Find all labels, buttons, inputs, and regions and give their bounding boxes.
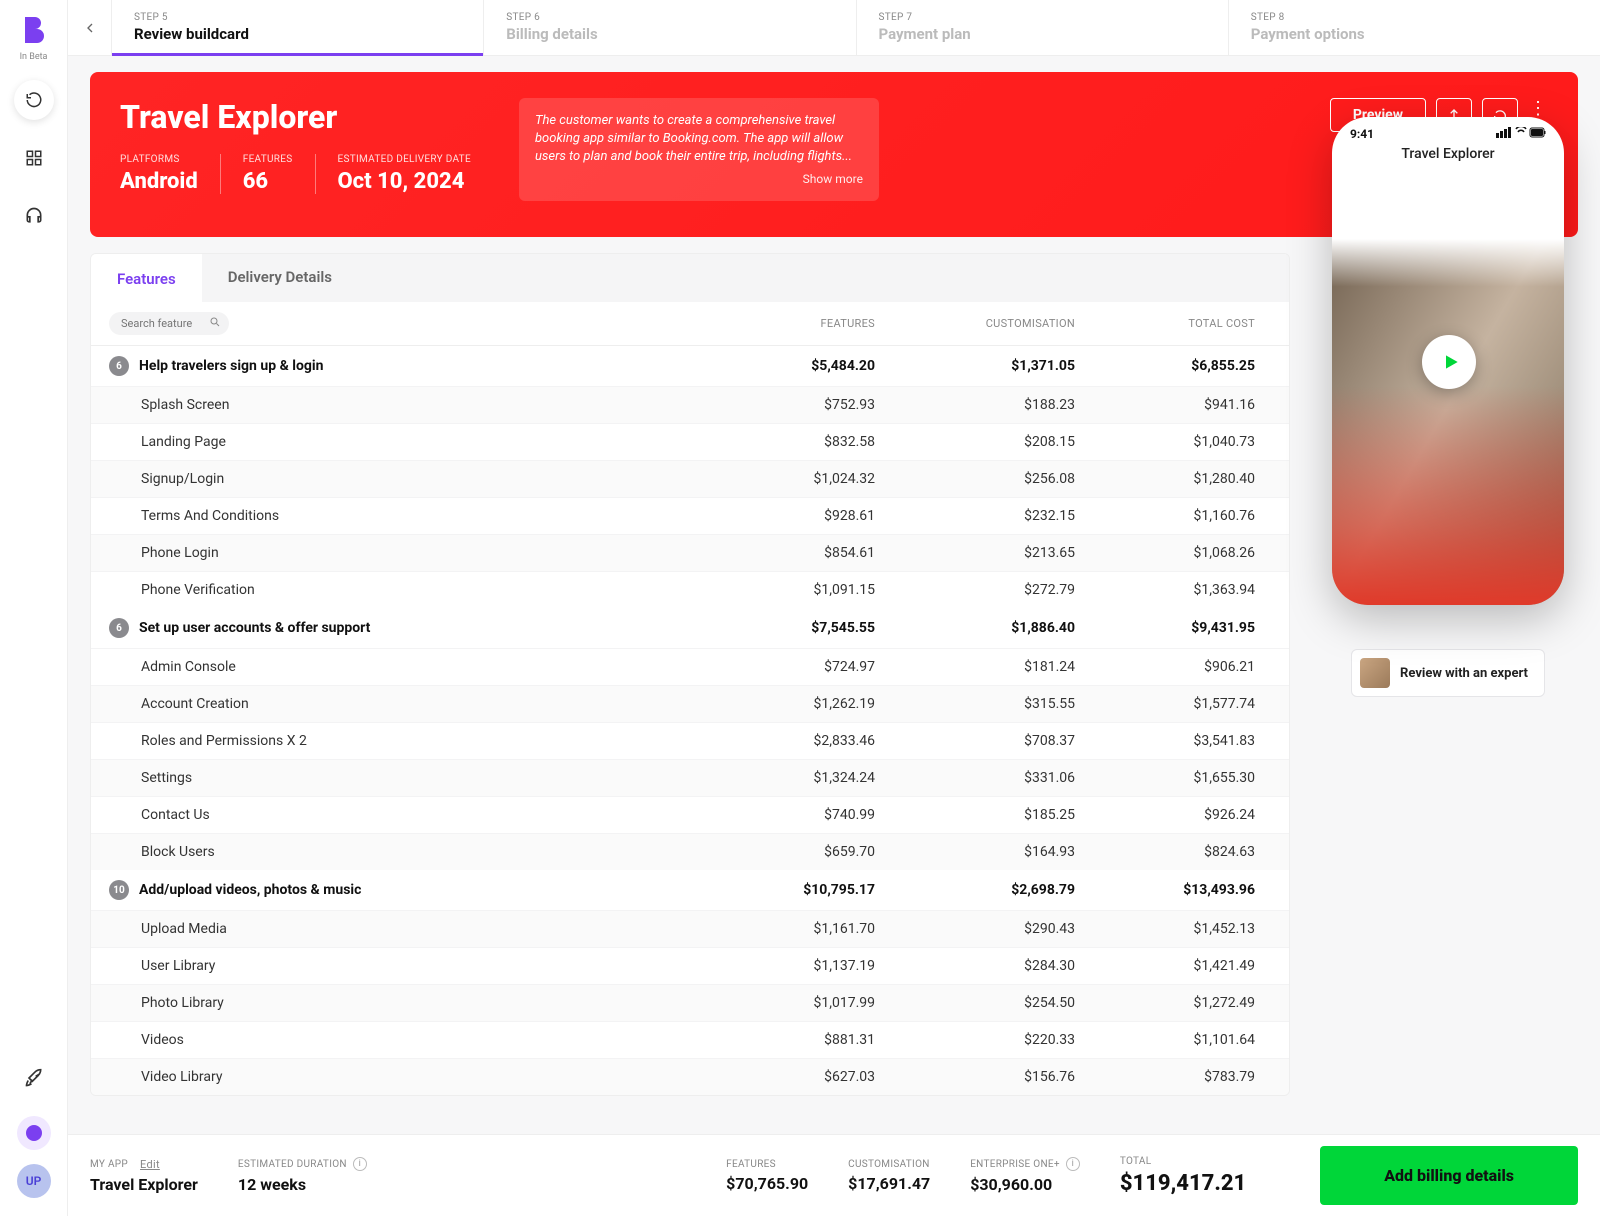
feature-row[interactable]: Signup/Login $1,024.32 $256.08 $1,280.40 xyxy=(91,460,1289,497)
feature-row[interactable]: Video Library $627.03 $156.76 $783.79 xyxy=(91,1058,1289,1095)
platforms-value: Android xyxy=(120,169,198,194)
user-avatar[interactable]: UP xyxy=(17,1164,51,1198)
phone-hero-image xyxy=(1332,207,1564,605)
feature-row[interactable]: Block Users $659.70 $164.93 $824.63 xyxy=(91,833,1289,870)
phone-time: 9:41 xyxy=(1350,127,1374,142)
features-value: 66 xyxy=(243,169,293,194)
show-more-link[interactable]: Show more xyxy=(535,171,863,188)
platforms-label: PLATFORMS xyxy=(120,154,198,165)
footer-total-value: $119,417.21 xyxy=(1120,1171,1246,1196)
myapp-value: Travel Explorer xyxy=(90,1175,198,1194)
expert-avatar xyxy=(1360,658,1390,688)
edit-app-link[interactable]: Edit xyxy=(140,1158,160,1171)
col-features: FEATURES xyxy=(695,317,875,330)
review-with-expert-button[interactable]: Review with an expert xyxy=(1351,649,1545,697)
feature-row[interactable]: Contact Us $740.99 $185.25 $926.24 xyxy=(91,796,1289,833)
feature-row[interactable]: Videos $881.31 $220.33 $1,101.64 xyxy=(91,1021,1289,1058)
phone-app-title: Travel Explorer xyxy=(1332,146,1564,162)
count-badge: 6 xyxy=(109,618,129,638)
more-menu[interactable]: ⋮ xyxy=(1528,98,1548,119)
feature-row[interactable]: Roles and Permissions X 2 $2,833.46 $708… xyxy=(91,722,1289,759)
grid-icon[interactable] xyxy=(14,138,54,178)
feature-group[interactable]: 10 Add/upload videos, photos & music $10… xyxy=(91,870,1289,910)
search-icon xyxy=(209,316,221,331)
tab-features[interactable]: Features xyxy=(91,254,202,302)
step-payment-plan[interactable]: STEP 7Payment plan xyxy=(857,0,1229,55)
feature-row[interactable]: Phone Verification $1,091.15 $272.79 $1,… xyxy=(91,571,1289,608)
col-customisation: CUSTOMISATION xyxy=(875,317,1075,330)
footer-features-label: FEATURES xyxy=(726,1159,808,1170)
play-button[interactable] xyxy=(1422,335,1476,389)
features-table-card: Features Delivery Details FEATURES CUSTO… xyxy=(90,253,1290,1096)
footer-total-label: TOTAL xyxy=(1120,1156,1246,1167)
feature-row[interactable]: Account Creation $1,262.19 $315.55 $1,57… xyxy=(91,685,1289,722)
feature-row[interactable]: Upload Media $1,161.70 $290.43 $1,452.13 xyxy=(91,910,1289,947)
search-feature-input[interactable] xyxy=(109,312,229,335)
feature-row[interactable]: Splash Screen $752.93 $188.23 $941.16 xyxy=(91,386,1289,423)
feature-row[interactable]: Admin Console $724.97 $181.24 $906.21 xyxy=(91,648,1289,685)
rocket-icon[interactable] xyxy=(14,1058,54,1098)
footer-cust-label: CUSTOMISATION xyxy=(848,1159,930,1170)
info-icon[interactable]: i xyxy=(353,1157,367,1171)
add-billing-details-button[interactable]: Add billing details xyxy=(1320,1146,1578,1205)
footer-ent-label: ENTERPRISE ONE+ xyxy=(970,1159,1060,1170)
footer-cust-value: $17,691.47 xyxy=(848,1174,930,1193)
col-total: TOTAL COST xyxy=(1075,317,1255,330)
duration-label: ESTIMATED DURATION xyxy=(238,1159,347,1170)
count-badge: 10 xyxy=(109,880,129,900)
undo-button[interactable] xyxy=(14,80,54,120)
duration-value: 12 weeks xyxy=(238,1175,367,1194)
back-button[interactable] xyxy=(68,0,112,55)
feature-row[interactable]: Terms And Conditions $928.61 $232.15 $1,… xyxy=(91,497,1289,534)
status-indicator[interactable] xyxy=(17,1116,51,1150)
project-description: The customer wants to create a comprehen… xyxy=(519,98,879,201)
feature-row[interactable]: Settings $1,324.24 $331.06 $1,655.30 xyxy=(91,759,1289,796)
steps-nav: STEP 5Review buildcardSTEP 6Billing deta… xyxy=(68,0,1600,56)
sidebar: In Beta UP xyxy=(0,0,68,1216)
headset-icon[interactable] xyxy=(14,196,54,236)
feature-group[interactable]: 6 Set up user accounts & offer support $… xyxy=(91,608,1289,648)
step-payment-options[interactable]: STEP 8Payment options xyxy=(1229,0,1600,55)
tab-delivery-details[interactable]: Delivery Details xyxy=(202,254,358,302)
footer-ent-value: $30,960.00 xyxy=(970,1175,1080,1194)
info-icon[interactable]: i xyxy=(1066,1157,1080,1171)
feature-row[interactable]: Photo Library $1,017.99 $254.50 $1,272.4… xyxy=(91,984,1289,1021)
project-title: Travel Explorer xyxy=(120,98,471,136)
feature-group[interactable]: 6 Help travelers sign up & login $5,484.… xyxy=(91,346,1289,386)
footer-bar: MY APP Edit Travel Explorer ESTIMATED DUR… xyxy=(68,1134,1600,1216)
step-review-buildcard[interactable]: STEP 5Review buildcard xyxy=(112,0,484,55)
delivery-label: ESTIMATED DELIVERY DATE xyxy=(338,154,471,165)
logo xyxy=(16,12,52,48)
count-badge: 6 xyxy=(109,356,129,376)
feature-row[interactable]: Phone Login $854.61 $213.65 $1,068.26 xyxy=(91,534,1289,571)
step-billing-details[interactable]: STEP 6Billing details xyxy=(484,0,856,55)
features-label: FEATURES xyxy=(243,154,293,165)
phone-preview: 9:41 Travel Explorer xyxy=(1332,117,1564,605)
myapp-label: MY APP xyxy=(90,1159,128,1170)
phone-status-icons xyxy=(1496,127,1546,142)
beta-label: In Beta xyxy=(20,52,48,62)
footer-features-value: $70,765.90 xyxy=(726,1174,808,1193)
feature-row[interactable]: User Library $1,137.19 $284.30 $1,421.49 xyxy=(91,947,1289,984)
feature-row[interactable]: Landing Page $832.58 $208.15 $1,040.73 xyxy=(91,423,1289,460)
delivery-value: Oct 10, 2024 xyxy=(338,169,471,194)
